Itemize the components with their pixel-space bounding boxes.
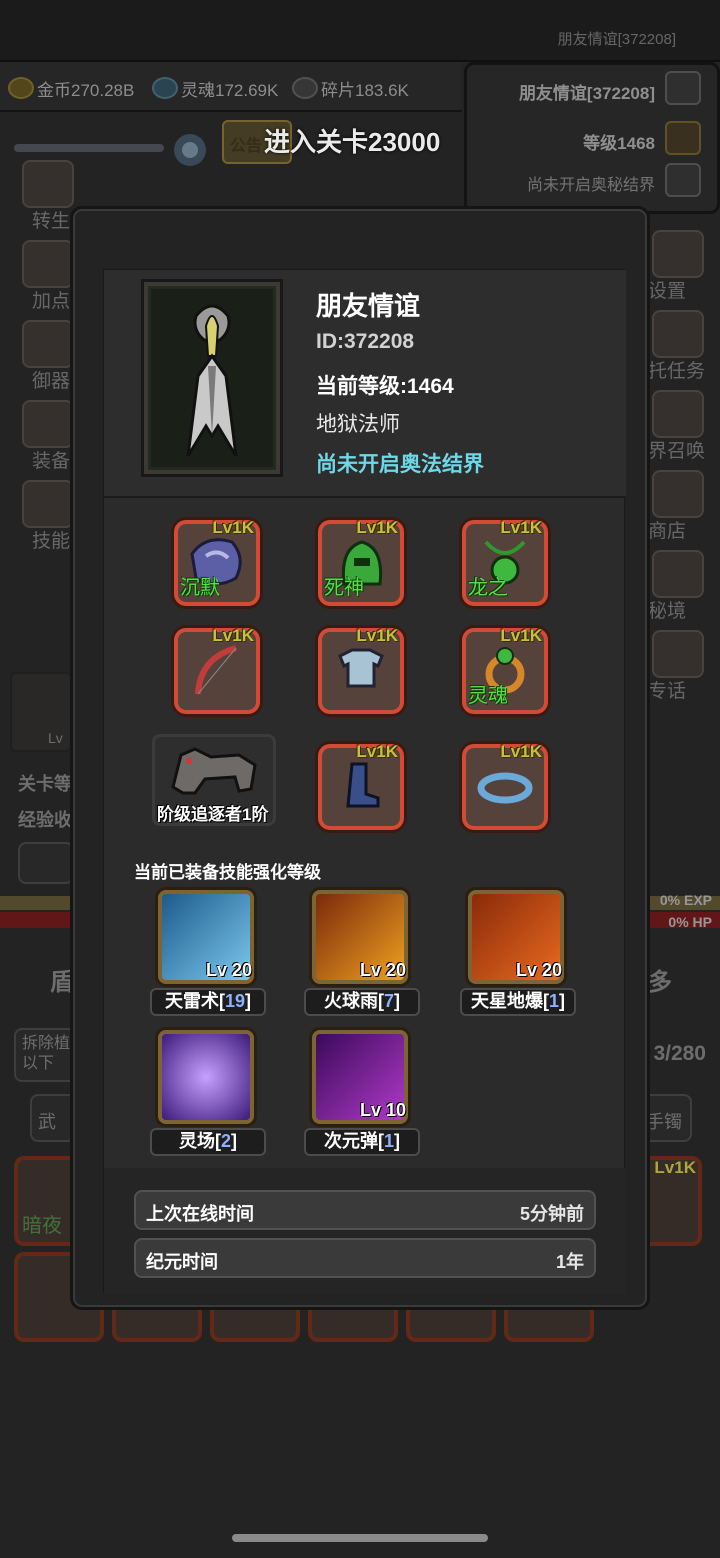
equipment-slot-boots[interactable]: Lv1K: [318, 742, 404, 830]
bow-icon: [195, 645, 237, 695]
home-indicator[interactable]: [232, 1534, 488, 1542]
player-class: 地狱法师: [316, 413, 400, 436]
equipment-slot-gauntlet[interactable]: Lv1K 沉默: [174, 518, 260, 606]
skill-card-spirit-field[interactable]: 灵场[2]: [150, 1030, 266, 1170]
skill-card-dimension-bolt[interactable]: Lv 10 次元弹[1]: [304, 1030, 420, 1170]
wolf-icon: [171, 747, 257, 795]
equipment-slot-armor[interactable]: Lv1K: [318, 626, 404, 714]
chest-armor-icon: [338, 648, 384, 688]
bracelet-icon: [477, 772, 533, 804]
skill-name: 天星地爆[1]: [460, 988, 576, 1016]
skill-name: 火球雨[7]: [304, 988, 420, 1016]
player-profile: 朋友情谊 ID:372208 当前等级:1464 地狱法师 尚未开启奥法结界: [104, 270, 626, 498]
era-time-row: 纪元时间 1年: [134, 1238, 596, 1278]
player-level: 当前等级:1464: [316, 375, 454, 398]
equipment-slot-helmet[interactable]: Lv1K 死神: [318, 518, 404, 606]
skill-card-meteor[interactable]: Lv 20 天星地爆[1]: [460, 890, 576, 1030]
equipment-slot-bow[interactable]: Lv1K: [174, 626, 260, 714]
player-info-list: 上次在线时间 5分钟前 纪元时间 1年: [104, 1168, 626, 1294]
player-info-modal: 朋友情谊 ID:372208 当前等级:1464 地狱法师 尚未开启奥法结界 L…: [70, 206, 650, 1310]
skill-name: 天雷术[19]: [150, 988, 266, 1016]
boots-icon: [346, 762, 380, 808]
player-name: 朋友情谊: [316, 291, 421, 321]
avatar: [144, 282, 280, 474]
skill-name: 灵场[2]: [150, 1128, 266, 1156]
equipment-slot-bracelet[interactable]: Lv1K: [462, 742, 548, 830]
player-realm-status: 尚未开启奥法结界: [316, 453, 484, 476]
equipment-grid: Lv1K 沉默 Lv1K 死神 Lv1K 龙之 Lv1K Lv1K Lv1K 灵…: [104, 502, 626, 854]
player-id: ID:372208: [316, 330, 415, 353]
modal-content: 朋友情谊 ID:372208 当前等级:1464 地狱法师 尚未开启奥法结界 L…: [103, 269, 626, 1294]
vortex-icon: [158, 1030, 254, 1124]
equipment-slot-ring[interactable]: Lv1K 灵魂: [462, 626, 548, 714]
equipment-slot-amulet[interactable]: Lv1K 龙之: [462, 518, 548, 606]
skill-card-fireball[interactable]: Lv 20 火球雨[7]: [304, 890, 420, 1030]
last-online-row: 上次在线时间 5分钟前: [134, 1190, 596, 1230]
pet-slot[interactable]: 阶级追逐者1阶: [152, 734, 276, 826]
skill-name: 次元弹[1]: [304, 1128, 420, 1156]
mage-character-icon: [186, 304, 238, 457]
skill-card-thunder[interactable]: Lv 20 天雷术[19]: [150, 890, 266, 1030]
skills-section-title: 当前已装备技能强化等级: [134, 863, 321, 882]
